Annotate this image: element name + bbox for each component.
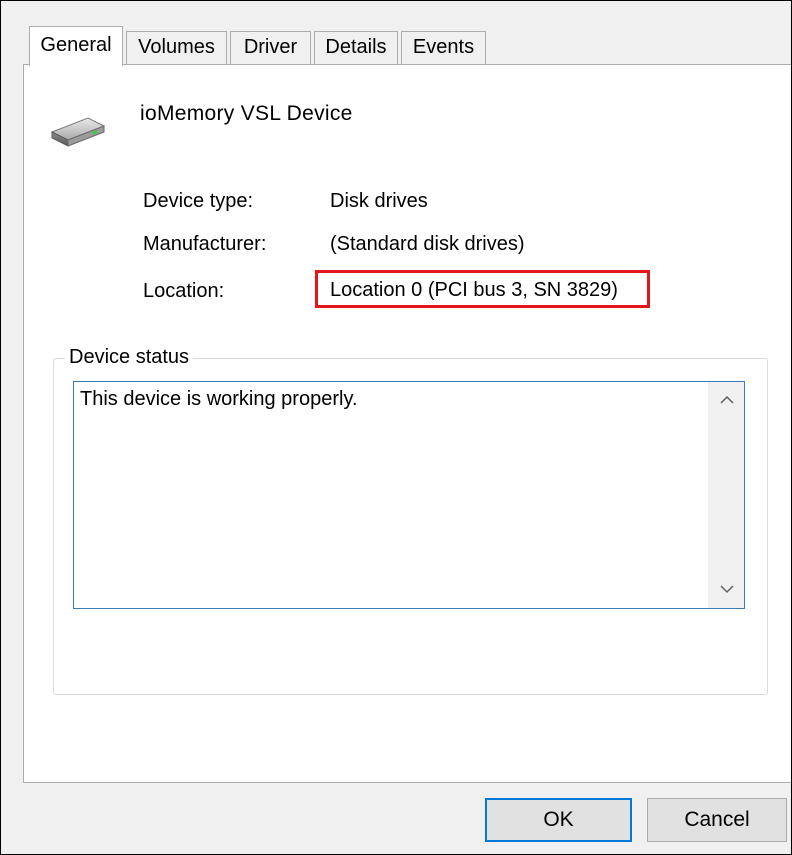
device-name: ioMemory VSL Device	[140, 102, 353, 125]
tab-events[interactable]: Events	[401, 31, 486, 64]
tab-details[interactable]: Details	[314, 31, 398, 64]
location-highlight-box	[315, 270, 650, 308]
scroll-down-button[interactable]	[709, 572, 744, 608]
tab-general[interactable]: General	[29, 26, 123, 66]
device-type-value: Disk drives	[330, 190, 428, 212]
device-status-text: This device is working properly.	[80, 388, 358, 410]
tab-driver[interactable]: Driver	[230, 31, 311, 64]
device-status-label: Device status	[65, 345, 194, 369]
scroll-up-button[interactable]	[709, 382, 744, 418]
disk-drive-icon	[50, 110, 106, 155]
ok-button[interactable]: OK	[485, 798, 632, 842]
manufacturer-value: (Standard disk drives)	[330, 233, 525, 255]
device-type-label: Device type:	[143, 190, 254, 212]
chevron-up-icon	[719, 391, 734, 409]
general-tab-panel: ioMemory VSL Device Device type: Disk dr…	[23, 64, 791, 783]
device-properties-dialog: General Volumes Driver Details Events io…	[0, 0, 792, 855]
location-label: Location:	[143, 280, 225, 302]
status-scrollbar[interactable]	[708, 382, 744, 608]
chevron-down-icon	[719, 581, 734, 599]
cancel-button[interactable]: Cancel	[647, 798, 787, 842]
device-status-textbox[interactable]: This device is working properly.	[73, 381, 745, 609]
tab-volumes[interactable]: Volumes	[126, 31, 227, 64]
manufacturer-label: Manufacturer:	[143, 233, 267, 255]
